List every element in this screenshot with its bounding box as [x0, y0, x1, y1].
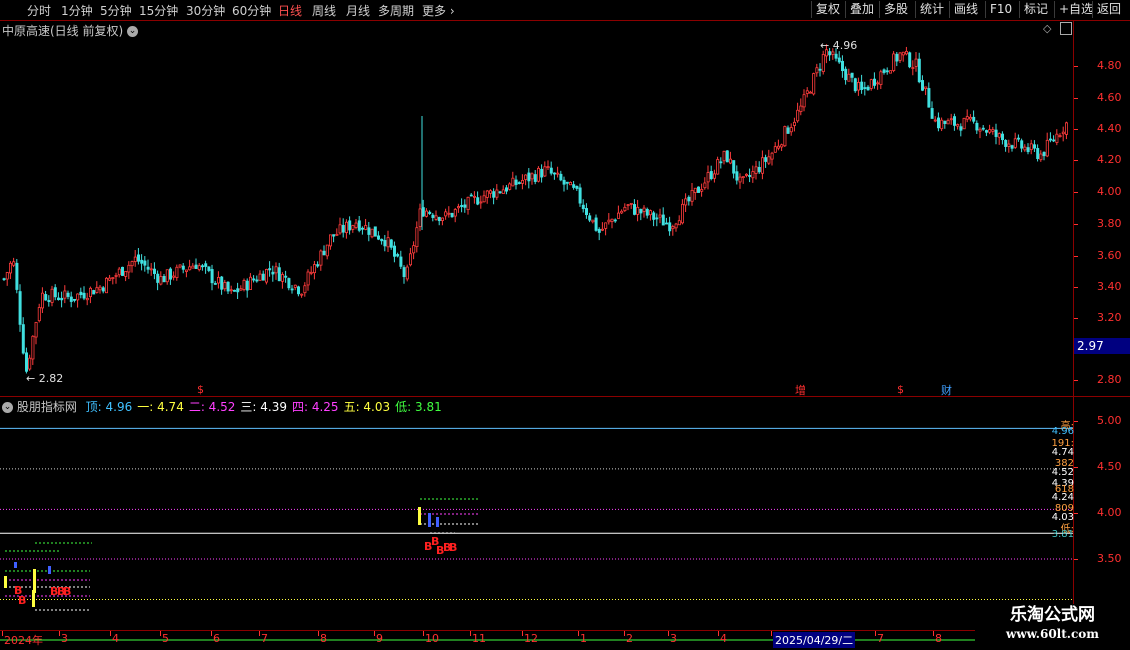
signal-bar [4, 576, 7, 588]
indicator-tick-label: 5.00 [1097, 414, 1122, 427]
price-tick-label: 2.80 [1097, 373, 1122, 386]
signal-bar [32, 590, 35, 607]
level-label: 4.74 [1051, 447, 1074, 458]
buy-signal-letter: B [63, 585, 71, 598]
date-tick [160, 631, 161, 636]
date-label: 8 [935, 632, 942, 645]
axis-tick [1074, 513, 1078, 514]
buy-signal-letter: B [18, 594, 26, 607]
date-tick [259, 631, 260, 636]
axis-tick [1074, 287, 1078, 288]
axis-tick [1074, 421, 1078, 422]
date-tick [933, 631, 934, 636]
axis-tick [1074, 192, 1078, 193]
date-tick [578, 631, 579, 636]
axis-tick [1074, 129, 1078, 130]
date-tick [624, 631, 625, 636]
date-label: 4 [720, 632, 727, 645]
date-tick [374, 631, 375, 636]
date-tick [771, 631, 772, 636]
signal-bar [48, 566, 51, 574]
signal-bar [418, 507, 421, 525]
date-tick [718, 631, 719, 636]
price-tick-label: 4.40 [1097, 122, 1122, 135]
date-label: 5 [162, 632, 169, 645]
axis-tick [1074, 66, 1078, 67]
signal-bar [436, 517, 439, 527]
date-tick [2, 631, 3, 636]
indicator-chart[interactable]: BBBBBBBBBB [0, 0, 1073, 650]
date-label: 9 [376, 632, 383, 645]
date-label: 10 [425, 632, 439, 645]
toolbar-button[interactable]: 返回 [1092, 1, 1125, 18]
axis-tick [1074, 318, 1078, 319]
axis-tick [1074, 98, 1078, 99]
date-label: 7 [877, 632, 884, 645]
date-tick [470, 631, 471, 636]
date-label: 2024年 [4, 634, 43, 647]
axis-tick [1074, 559, 1078, 560]
date-label: 11 [472, 632, 486, 645]
date-label: 7 [261, 632, 268, 645]
watermark-url: www.60lt.com [1006, 627, 1099, 641]
price-tick-label: 3.80 [1097, 217, 1122, 230]
cursor-date-label: 2025/04/29/二 [773, 632, 856, 648]
date-tick [875, 631, 876, 636]
date-label: 8 [320, 632, 327, 645]
date-tick [668, 631, 669, 636]
date-tick [423, 631, 424, 636]
signal-bar [428, 513, 431, 527]
price-tick-label: 3.60 [1097, 249, 1122, 262]
date-label: 3 [61, 632, 68, 645]
axis-tick [1074, 160, 1078, 161]
date-tick [59, 631, 60, 636]
axis-tick [1074, 256, 1078, 257]
price-tick-label: 3.40 [1097, 280, 1122, 293]
buy-signal-letter: B [449, 541, 457, 554]
watermark: 乐淘公式网 www.60lt.com [975, 604, 1130, 650]
axis-tick [1074, 380, 1078, 381]
watermark-title: 乐淘公式网 [1010, 605, 1095, 625]
date-label: 3 [670, 632, 677, 645]
date-label: 6 [213, 632, 220, 645]
price-tick-label: 4.80 [1097, 59, 1122, 72]
indicator-tick-label: 4.50 [1097, 460, 1122, 473]
axis-tick [1074, 224, 1078, 225]
price-tick-label: 4.60 [1097, 91, 1122, 104]
signal-bar [14, 562, 17, 568]
date-label: 1 [580, 632, 587, 645]
date-label: 4 [112, 632, 119, 645]
date-tick [110, 631, 111, 636]
current-price-badge: 2.97 [1074, 338, 1130, 354]
level-label: 3.81 [1051, 529, 1074, 540]
date-tick [211, 631, 212, 636]
signal-bar [33, 569, 36, 593]
indicator-tick-label: 3.50 [1097, 552, 1122, 565]
date-tick [318, 631, 319, 636]
price-tick-label: 3.20 [1097, 311, 1122, 324]
level-label: 4.52 [1051, 467, 1074, 478]
indicator-tick-label: 4.00 [1097, 506, 1122, 519]
date-label: 2 [626, 632, 633, 645]
axis-tick [1074, 467, 1078, 468]
date-label: 12 [524, 632, 538, 645]
date-tick [522, 631, 523, 636]
price-tick-label: 4.20 [1097, 153, 1122, 166]
level-label: 4.24 [1051, 492, 1074, 503]
level-label: 4.96 [1051, 426, 1074, 437]
price-tick-label: 4.00 [1097, 185, 1122, 198]
